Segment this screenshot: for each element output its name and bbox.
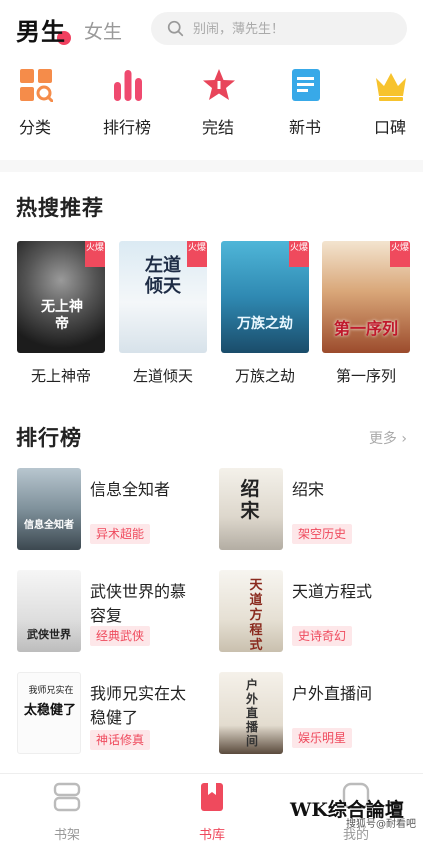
ranking-book-item[interactable]: 我师兄实在 太稳健了 我师兄实在太稳健了 神话修真	[17, 672, 217, 762]
category-label: 排行榜	[102, 118, 151, 137]
ranking-book-item[interactable]: 绍宋 绍宋 架空历史	[219, 468, 419, 558]
cover-title: 无上神帝	[41, 299, 83, 332]
ranking-book-title: 我师兄实在太稳健了	[90, 684, 187, 727]
cover-title: 户外直播间	[245, 678, 258, 748]
nav-label: 书架	[53, 828, 80, 841]
cover-title: 左道倾天	[145, 255, 181, 297]
cover-title: 武侠世界	[27, 628, 71, 641]
genre-tag: 史诗奇幻	[292, 626, 353, 646]
ranking-book-item[interactable]: 户外直播间 户外直播间 娱乐明星	[219, 672, 419, 762]
hot-book-name: 万族之劫	[234, 367, 295, 385]
ranking-book-title: 信息全知者	[90, 480, 171, 499]
book-cover[interactable]: 信息全知者	[17, 468, 81, 550]
category-item-ranking[interactable]: 排行榜	[92, 60, 162, 150]
hot-book-name: 无上神帝	[30, 367, 91, 385]
ranking-book-item[interactable]: 武侠世界 武侠世界的慕容复 经典武侠	[17, 570, 217, 660]
bookshelf-icon	[53, 782, 81, 812]
category-item-completed[interactable]: 完结	[183, 60, 253, 150]
category-label: 新书	[288, 118, 321, 137]
library-book-icon	[201, 783, 223, 811]
section-divider	[0, 160, 423, 172]
genre-tag: 神话修真	[90, 730, 151, 750]
category-grid-icon	[20, 69, 53, 102]
book-cover[interactable]: 天道方程式	[219, 570, 283, 652]
book-cover[interactable]: 第一序列 火爆	[322, 241, 410, 353]
nav-bookshelf[interactable]: 书架	[37, 782, 97, 841]
hot-badge: 火爆	[85, 241, 105, 267]
category-item-reputation[interactable]: 口碑	[355, 60, 423, 150]
nav-label: 书库	[198, 828, 225, 841]
cover-title: 万族之劫	[237, 316, 293, 332]
ranking-book-item[interactable]: 信息全知者 信息全知者 异术超能	[17, 468, 217, 558]
book-cover[interactable]: 绍宋	[219, 468, 283, 550]
hot-badge: 火爆	[187, 241, 207, 267]
new-book-icon	[292, 69, 320, 101]
crown-icon	[376, 73, 406, 101]
ranking-title: 排行榜	[16, 426, 82, 450]
category-label: 完结	[201, 118, 234, 137]
search-icon	[167, 20, 184, 37]
ranking-bars-icon	[114, 70, 142, 101]
cover-title: 信息全知者	[24, 520, 74, 531]
book-cover[interactable]: 我师兄实在 太稳健了	[17, 672, 81, 754]
search-input[interactable]	[193, 19, 393, 39]
cover-title: 太稳健了	[23, 703, 76, 718]
book-cover[interactable]: 户外直播间	[219, 672, 283, 754]
ranking-book-title: 绍宋	[292, 480, 325, 499]
tab-female[interactable]: 女生	[84, 17, 122, 44]
book-cover[interactable]: 无上神帝 火爆	[17, 241, 105, 353]
category-row: 分类 排行榜 完结 新书 口碑	[0, 60, 423, 156]
cover-title: 第一序列	[333, 319, 398, 338]
category-label: 分类	[18, 118, 51, 137]
genre-tag: 经典武侠	[90, 626, 151, 646]
cover-title: 我师兄实在	[28, 686, 74, 696]
genre-tag: 异术超能	[90, 524, 151, 544]
tab-male[interactable]: 男生	[16, 12, 66, 47]
book-cover[interactable]: 武侠世界	[17, 570, 81, 652]
sohu-watermark: 搜狐号@耐看吧	[346, 819, 416, 830]
hot-badge: 火爆	[289, 241, 309, 267]
cover-title: 天道方程式	[249, 578, 263, 652]
hot-book-name: 左道倾天	[132, 367, 193, 385]
book-cover[interactable]: 万族之劫 火爆	[221, 241, 309, 353]
more-link[interactable]: 更多 ›	[369, 428, 407, 448]
more-label: 更多	[368, 431, 397, 447]
cover-title: 绍宋	[240, 478, 260, 522]
category-label: 口碑	[373, 118, 406, 137]
search-bar[interactable]	[151, 12, 407, 45]
completed-star-icon	[203, 69, 235, 100]
genre-tag: 架空历史	[292, 524, 353, 544]
top-header: 男生 女生	[0, 0, 423, 56]
ranking-book-title: 天道方程式	[292, 582, 373, 601]
hot-book-name: 第一序列	[335, 367, 396, 385]
chevron-right-icon: ›	[401, 431, 407, 447]
book-cover[interactable]: 左道倾天 火爆	[119, 241, 207, 353]
category-item-classify[interactable]: 分类	[0, 60, 70, 150]
hot-badge: 火爆	[390, 241, 410, 267]
ranking-book-title: 武侠世界的慕容复	[90, 582, 187, 625]
genre-tag: 娱乐明星	[292, 728, 353, 748]
hot-search-title: 热搜推荐	[16, 196, 104, 220]
ranking-book-item[interactable]: 天道方程式 天道方程式 史诗奇幻	[219, 570, 419, 660]
ranking-book-title: 户外直播间	[292, 684, 373, 703]
category-item-new-books[interactable]: 新书	[270, 60, 340, 150]
nav-library[interactable]: 书库	[182, 782, 242, 841]
